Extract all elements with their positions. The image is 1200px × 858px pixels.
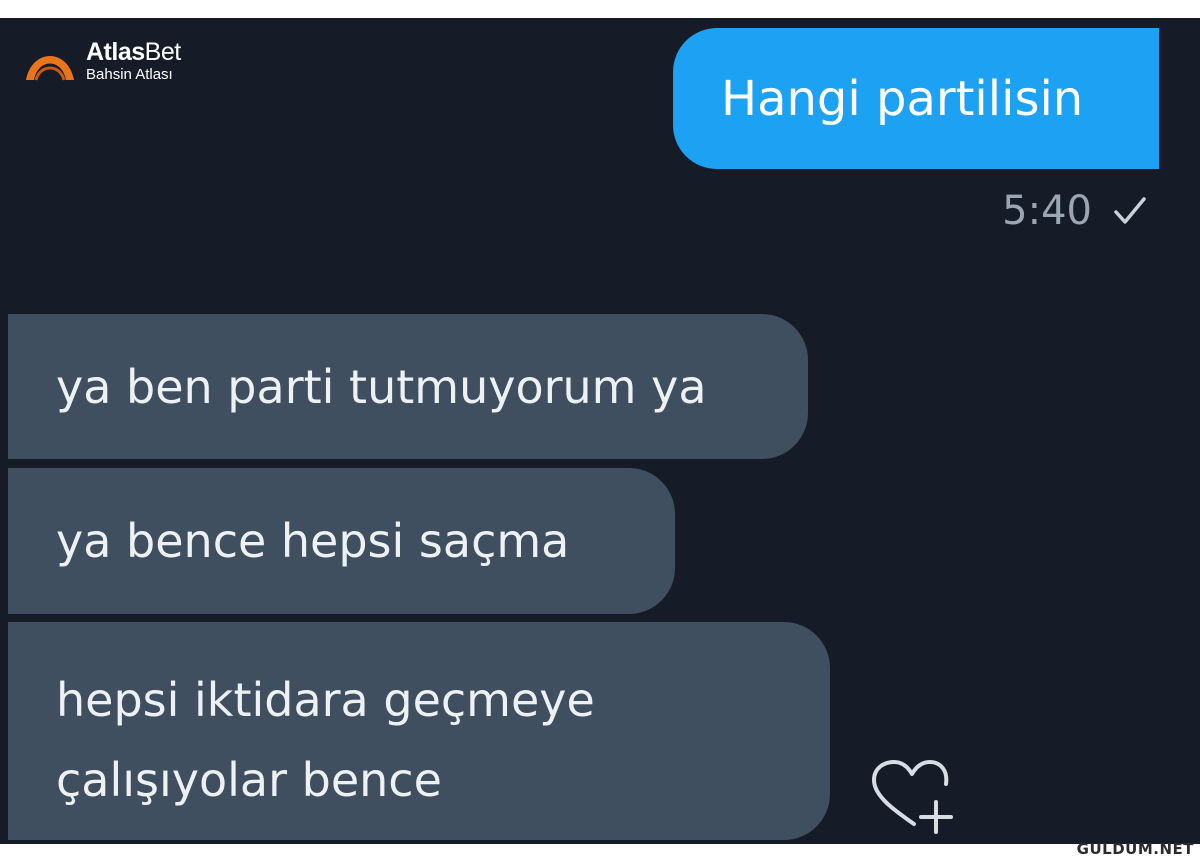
logo-name: AtlasBet [86, 38, 181, 66]
outgoing-message-bubble[interactable]: Hangi partilisin [673, 28, 1159, 169]
incoming-message-bubble[interactable]: ya ben parti tutmuyorum ya [8, 314, 808, 459]
message-text: ya ben parti tutmuyorum ya [56, 359, 707, 414]
atlasbet-logo: AtlasBet Bahsin Atlası [22, 38, 202, 86]
message-text-line: çalışıyolar bence [56, 753, 442, 807]
logo-tagline: Bahsin Atlası [86, 66, 173, 83]
logo-arch-icon [26, 56, 74, 81]
incoming-message-bubble[interactable]: hepsi iktidara geçmeye çalışıyolar bence [8, 622, 830, 840]
message-text-line: hepsi iktidara geçmeye [56, 673, 595, 727]
site-watermark: GULDUM.NET [1076, 840, 1194, 858]
chat-screen: AtlasBet Bahsin Atlası Hangi partilisin … [0, 18, 1200, 844]
message-meta: 5:40 [1002, 188, 1148, 234]
heart-plus-icon[interactable] [864, 758, 960, 838]
check-icon [1114, 197, 1146, 224]
message-text: ya bence hepsi saçma [56, 514, 570, 568]
message-text: Hangi partilisin [721, 70, 1084, 127]
message-timestamp: 5:40 [1002, 188, 1092, 234]
incoming-message-bubble[interactable]: ya bence hepsi saçma [8, 468, 675, 614]
